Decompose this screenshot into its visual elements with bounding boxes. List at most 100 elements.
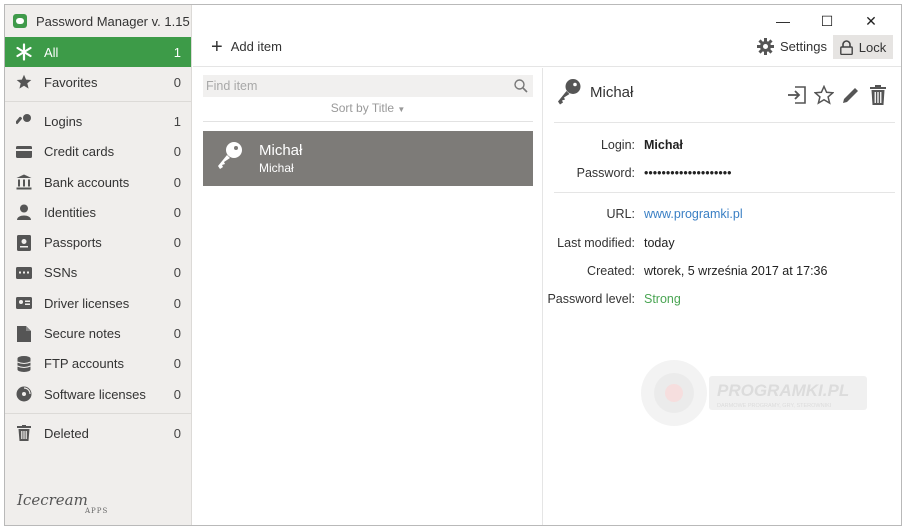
sidebar-item-count: 0 <box>173 425 181 441</box>
add-item-button[interactable]: + Add item <box>211 35 282 58</box>
icecream-apps-logo: Icecream APPS <box>17 491 108 515</box>
sidebar-item-count: 0 <box>173 356 181 372</box>
sidebar-item-count: 1 <box>173 113 181 129</box>
logo-subtext: APPS <box>85 507 109 515</box>
sidebar-item-software-licenses[interactable]: Software licenses 0 <box>5 379 191 409</box>
person-icon <box>15 203 33 221</box>
sort-dropdown[interactable]: Sort by Title ▼ <box>203 101 533 122</box>
sidebar-item-count: 0 <box>173 295 181 311</box>
settings-button[interactable]: Settings <box>757 38 827 55</box>
list-item[interactable]: Michał Michał <box>203 131 533 186</box>
key-icon <box>215 141 243 176</box>
minimize-button[interactable]: — <box>761 9 805 33</box>
list-item-title: Michał <box>259 142 303 159</box>
sidebar-item-identities[interactable]: Identities 0 <box>5 197 191 227</box>
plus-icon: + <box>211 35 223 58</box>
lock-label: Lock <box>858 39 887 55</box>
star-outline-icon <box>813 85 834 105</box>
login-row: Login: Michał <box>544 138 683 152</box>
sidebar-item-ssns[interactable]: SSNs 0 <box>5 258 191 288</box>
divider <box>554 192 895 193</box>
settings-label: Settings <box>780 39 827 54</box>
minimize-icon: — <box>776 13 790 29</box>
list-item-subtitle: Michał <box>259 161 294 175</box>
credit-card-icon <box>15 143 33 161</box>
modified-label: Last modified: <box>557 236 635 250</box>
sidebar-item-secure-notes[interactable]: Secure notes 0 <box>5 318 191 348</box>
app-window: Password Manager v. 1.15 All 1 Favorites… <box>4 4 902 526</box>
sidebar-item-label: Favorites <box>44 74 98 90</box>
modified-row: Last modified: today <box>544 236 674 250</box>
add-item-label: Add item <box>230 39 282 54</box>
sidebar-item-count: 1 <box>173 44 181 60</box>
logo-text: Icecream <box>17 491 88 509</box>
watermark-tagline: DARMOWE PROGRAMY, GRY, STEROWNIKI <box>717 403 832 409</box>
sidebar-item-favorites[interactable]: Favorites 0 <box>5 67 191 97</box>
sidebar: Password Manager v. 1.15 All 1 Favorites… <box>5 5 192 525</box>
close-icon: ✕ <box>865 12 877 29</box>
edit-button[interactable] <box>837 84 864 106</box>
sidebar-item-count: 0 <box>173 144 181 160</box>
sort-label: Sort by Title <box>330 101 395 115</box>
sidebar-item-label: Driver licenses <box>44 295 130 311</box>
toolbar: — ☐ ✕ + Add item Settings Lock <box>193 5 901 67</box>
password-value[interactable]: •••••••••••••••••••• <box>644 166 732 180</box>
login-label: Login: <box>600 138 635 152</box>
disc-icon <box>15 385 33 403</box>
delete-button[interactable] <box>864 84 891 106</box>
ssn-card-icon <box>15 264 33 282</box>
watermark-brand: PROGRAMKI.PL <box>717 381 849 400</box>
detail-pane: Michał Login: Michał Password: •••••••••… <box>544 68 901 525</box>
app-logo-icon <box>13 14 27 28</box>
search-box <box>203 75 533 97</box>
password-level-row: Password level: Strong <box>544 292 681 306</box>
pencil-icon <box>842 88 858 103</box>
app-title: Password Manager v. 1.15 <box>36 13 190 29</box>
login-value[interactable]: Michał <box>644 138 683 152</box>
divider <box>5 413 191 415</box>
sidebar-item-label: Passports <box>44 235 102 251</box>
detail-title: Michał <box>590 83 634 101</box>
lock-icon <box>839 39 853 55</box>
gear-icon <box>757 38 775 55</box>
sidebar-item-label: SSNs <box>44 265 78 281</box>
search-icon[interactable] <box>514 79 528 96</box>
sidebar-item-logins[interactable]: Logins 1 <box>5 106 191 136</box>
password-level-value: Strong <box>644 292 681 306</box>
sidebar-item-count: 0 <box>173 74 181 90</box>
trash-icon <box>15 424 33 442</box>
sidebar-item-driver-licenses[interactable]: Driver licenses 0 <box>5 288 191 318</box>
detail-header: Michał <box>556 78 633 106</box>
close-button[interactable]: ✕ <box>849 9 893 33</box>
sidebar-item-bank-accounts[interactable]: Bank accounts 0 <box>5 167 191 197</box>
note-icon <box>15 325 33 343</box>
sidebar-item-label: Credit cards <box>44 144 115 160</box>
passport-icon <box>15 234 33 252</box>
sidebar-item-count: 0 <box>173 326 181 342</box>
key-icon <box>15 112 33 130</box>
item-list-pane: Sort by Title ▼ Michał Michał <box>193 68 543 525</box>
sidebar-item-deleted[interactable]: Deleted 0 <box>5 418 191 448</box>
sidebar-item-label: FTP accounts <box>44 356 124 372</box>
asterisk-icon <box>15 43 33 61</box>
created-row: Created: wtorek, 5 września 2017 at 17:3… <box>544 264 827 278</box>
sidebar-item-count: 0 <box>173 235 181 251</box>
sidebar-item-ftp-accounts[interactable]: FTP accounts 0 <box>5 349 191 379</box>
favorite-button[interactable] <box>810 84 837 106</box>
sidebar-item-all[interactable]: All 1 <box>5 37 191 67</box>
database-icon <box>15 355 33 373</box>
maximize-button[interactable]: ☐ <box>805 9 849 33</box>
sidebar-item-label: All <box>44 44 59 60</box>
sidebar-item-count: 0 <box>173 265 181 281</box>
sidebar-item-passports[interactable]: Passports 0 <box>5 227 191 257</box>
password-label: Password: <box>576 166 635 180</box>
window-controls: — ☐ ✕ <box>761 9 893 33</box>
open-url-button[interactable] <box>783 84 810 106</box>
url-link[interactable]: www.programki.pl <box>644 207 743 221</box>
sidebar-item-label: Deleted <box>44 425 89 441</box>
lock-button[interactable]: Lock <box>833 35 893 59</box>
password-row: Password: •••••••••••••••••••• <box>544 166 732 180</box>
sidebar-item-credit-cards[interactable]: Credit cards 0 <box>5 137 191 167</box>
sidebar-item-label: Bank accounts <box>44 174 130 190</box>
search-input[interactable] <box>206 79 506 93</box>
